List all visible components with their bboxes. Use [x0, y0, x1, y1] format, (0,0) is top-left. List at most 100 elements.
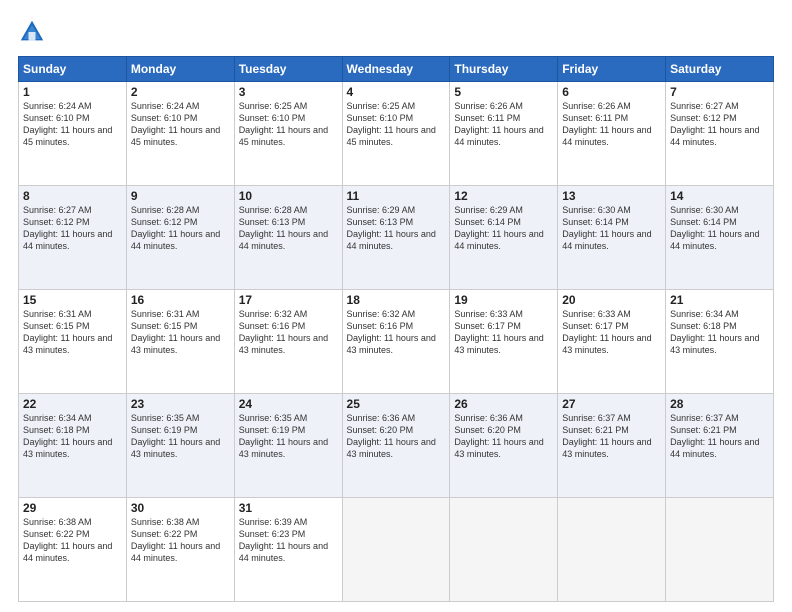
calendar-cell: 3Sunrise: 6:25 AMSunset: 6:10 PMDaylight…	[234, 82, 342, 186]
calendar-cell: 29Sunrise: 6:38 AMSunset: 6:22 PMDayligh…	[19, 498, 127, 602]
day-detail: Sunrise: 6:28 AMSunset: 6:12 PMDaylight:…	[131, 204, 230, 253]
header	[18, 18, 774, 46]
day-number: 7	[670, 85, 769, 99]
day-number: 20	[562, 293, 661, 307]
day-detail: Sunrise: 6:27 AMSunset: 6:12 PMDaylight:…	[23, 204, 122, 253]
day-number: 6	[562, 85, 661, 99]
day-number: 11	[347, 189, 446, 203]
day-detail: Sunrise: 6:38 AMSunset: 6:22 PMDaylight:…	[23, 516, 122, 565]
calendar-cell: 18Sunrise: 6:32 AMSunset: 6:16 PMDayligh…	[342, 290, 450, 394]
calendar-cell: 11Sunrise: 6:29 AMSunset: 6:13 PMDayligh…	[342, 186, 450, 290]
col-thursday: Thursday	[450, 57, 558, 82]
day-number: 1	[23, 85, 122, 99]
day-number: 18	[347, 293, 446, 307]
day-detail: Sunrise: 6:36 AMSunset: 6:20 PMDaylight:…	[454, 412, 553, 461]
day-number: 31	[239, 501, 338, 515]
calendar-cell: 24Sunrise: 6:35 AMSunset: 6:19 PMDayligh…	[234, 394, 342, 498]
day-detail: Sunrise: 6:24 AMSunset: 6:10 PMDaylight:…	[131, 100, 230, 149]
logo	[18, 18, 50, 46]
day-number: 5	[454, 85, 553, 99]
day-number: 19	[454, 293, 553, 307]
calendar-cell: 13Sunrise: 6:30 AMSunset: 6:14 PMDayligh…	[558, 186, 666, 290]
day-number: 28	[670, 397, 769, 411]
page: Sunday Monday Tuesday Wednesday Thursday…	[0, 0, 792, 612]
day-detail: Sunrise: 6:27 AMSunset: 6:12 PMDaylight:…	[670, 100, 769, 149]
col-sunday: Sunday	[19, 57, 127, 82]
day-detail: Sunrise: 6:35 AMSunset: 6:19 PMDaylight:…	[239, 412, 338, 461]
day-number: 3	[239, 85, 338, 99]
day-detail: Sunrise: 6:29 AMSunset: 6:13 PMDaylight:…	[347, 204, 446, 253]
day-detail: Sunrise: 6:29 AMSunset: 6:14 PMDaylight:…	[454, 204, 553, 253]
day-number: 29	[23, 501, 122, 515]
day-detail: Sunrise: 6:34 AMSunset: 6:18 PMDaylight:…	[670, 308, 769, 357]
day-number: 10	[239, 189, 338, 203]
day-number: 9	[131, 189, 230, 203]
day-number: 27	[562, 397, 661, 411]
calendar-cell: 15Sunrise: 6:31 AMSunset: 6:15 PMDayligh…	[19, 290, 127, 394]
day-number: 14	[670, 189, 769, 203]
calendar-body: 1Sunrise: 6:24 AMSunset: 6:10 PMDaylight…	[19, 82, 774, 602]
day-number: 17	[239, 293, 338, 307]
day-detail: Sunrise: 6:30 AMSunset: 6:14 PMDaylight:…	[562, 204, 661, 253]
col-wednesday: Wednesday	[342, 57, 450, 82]
day-detail: Sunrise: 6:35 AMSunset: 6:19 PMDaylight:…	[131, 412, 230, 461]
calendar-week-4: 22Sunrise: 6:34 AMSunset: 6:18 PMDayligh…	[19, 394, 774, 498]
calendar-week-5: 29Sunrise: 6:38 AMSunset: 6:22 PMDayligh…	[19, 498, 774, 602]
calendar-cell	[666, 498, 774, 602]
day-detail: Sunrise: 6:33 AMSunset: 6:17 PMDaylight:…	[454, 308, 553, 357]
day-detail: Sunrise: 6:37 AMSunset: 6:21 PMDaylight:…	[670, 412, 769, 461]
calendar-cell: 21Sunrise: 6:34 AMSunset: 6:18 PMDayligh…	[666, 290, 774, 394]
calendar-cell: 2Sunrise: 6:24 AMSunset: 6:10 PMDaylight…	[126, 82, 234, 186]
day-number: 26	[454, 397, 553, 411]
calendar-cell: 30Sunrise: 6:38 AMSunset: 6:22 PMDayligh…	[126, 498, 234, 602]
calendar-cell	[450, 498, 558, 602]
day-detail: Sunrise: 6:25 AMSunset: 6:10 PMDaylight:…	[347, 100, 446, 149]
col-saturday: Saturday	[666, 57, 774, 82]
day-number: 25	[347, 397, 446, 411]
calendar-cell: 4Sunrise: 6:25 AMSunset: 6:10 PMDaylight…	[342, 82, 450, 186]
day-detail: Sunrise: 6:26 AMSunset: 6:11 PMDaylight:…	[562, 100, 661, 149]
calendar-cell: 23Sunrise: 6:35 AMSunset: 6:19 PMDayligh…	[126, 394, 234, 498]
calendar-cell: 27Sunrise: 6:37 AMSunset: 6:21 PMDayligh…	[558, 394, 666, 498]
calendar-week-1: 1Sunrise: 6:24 AMSunset: 6:10 PMDaylight…	[19, 82, 774, 186]
day-detail: Sunrise: 6:33 AMSunset: 6:17 PMDaylight:…	[562, 308, 661, 357]
day-number: 21	[670, 293, 769, 307]
calendar-cell: 17Sunrise: 6:32 AMSunset: 6:16 PMDayligh…	[234, 290, 342, 394]
calendar-week-3: 15Sunrise: 6:31 AMSunset: 6:15 PMDayligh…	[19, 290, 774, 394]
day-number: 12	[454, 189, 553, 203]
calendar-week-2: 8Sunrise: 6:27 AMSunset: 6:12 PMDaylight…	[19, 186, 774, 290]
day-detail: Sunrise: 6:34 AMSunset: 6:18 PMDaylight:…	[23, 412, 122, 461]
calendar-cell: 12Sunrise: 6:29 AMSunset: 6:14 PMDayligh…	[450, 186, 558, 290]
day-number: 15	[23, 293, 122, 307]
day-detail: Sunrise: 6:24 AMSunset: 6:10 PMDaylight:…	[23, 100, 122, 149]
day-number: 4	[347, 85, 446, 99]
day-detail: Sunrise: 6:31 AMSunset: 6:15 PMDaylight:…	[23, 308, 122, 357]
day-number: 23	[131, 397, 230, 411]
calendar-cell: 8Sunrise: 6:27 AMSunset: 6:12 PMDaylight…	[19, 186, 127, 290]
calendar-cell: 26Sunrise: 6:36 AMSunset: 6:20 PMDayligh…	[450, 394, 558, 498]
day-number: 13	[562, 189, 661, 203]
calendar-cell: 9Sunrise: 6:28 AMSunset: 6:12 PMDaylight…	[126, 186, 234, 290]
day-detail: Sunrise: 6:38 AMSunset: 6:22 PMDaylight:…	[131, 516, 230, 565]
day-number: 8	[23, 189, 122, 203]
day-detail: Sunrise: 6:32 AMSunset: 6:16 PMDaylight:…	[239, 308, 338, 357]
calendar-cell: 20Sunrise: 6:33 AMSunset: 6:17 PMDayligh…	[558, 290, 666, 394]
calendar-cell: 28Sunrise: 6:37 AMSunset: 6:21 PMDayligh…	[666, 394, 774, 498]
calendar-cell	[558, 498, 666, 602]
calendar-cell: 19Sunrise: 6:33 AMSunset: 6:17 PMDayligh…	[450, 290, 558, 394]
day-detail: Sunrise: 6:30 AMSunset: 6:14 PMDaylight:…	[670, 204, 769, 253]
col-friday: Friday	[558, 57, 666, 82]
calendar-cell: 22Sunrise: 6:34 AMSunset: 6:18 PMDayligh…	[19, 394, 127, 498]
calendar-table: Sunday Monday Tuesday Wednesday Thursday…	[18, 56, 774, 602]
col-monday: Monday	[126, 57, 234, 82]
calendar-cell: 1Sunrise: 6:24 AMSunset: 6:10 PMDaylight…	[19, 82, 127, 186]
day-detail: Sunrise: 6:26 AMSunset: 6:11 PMDaylight:…	[454, 100, 553, 149]
calendar-cell: 6Sunrise: 6:26 AMSunset: 6:11 PMDaylight…	[558, 82, 666, 186]
header-row: Sunday Monday Tuesday Wednesday Thursday…	[19, 57, 774, 82]
day-detail: Sunrise: 6:32 AMSunset: 6:16 PMDaylight:…	[347, 308, 446, 357]
day-number: 2	[131, 85, 230, 99]
calendar-cell: 16Sunrise: 6:31 AMSunset: 6:15 PMDayligh…	[126, 290, 234, 394]
col-tuesday: Tuesday	[234, 57, 342, 82]
calendar-cell: 25Sunrise: 6:36 AMSunset: 6:20 PMDayligh…	[342, 394, 450, 498]
calendar-cell: 10Sunrise: 6:28 AMSunset: 6:13 PMDayligh…	[234, 186, 342, 290]
